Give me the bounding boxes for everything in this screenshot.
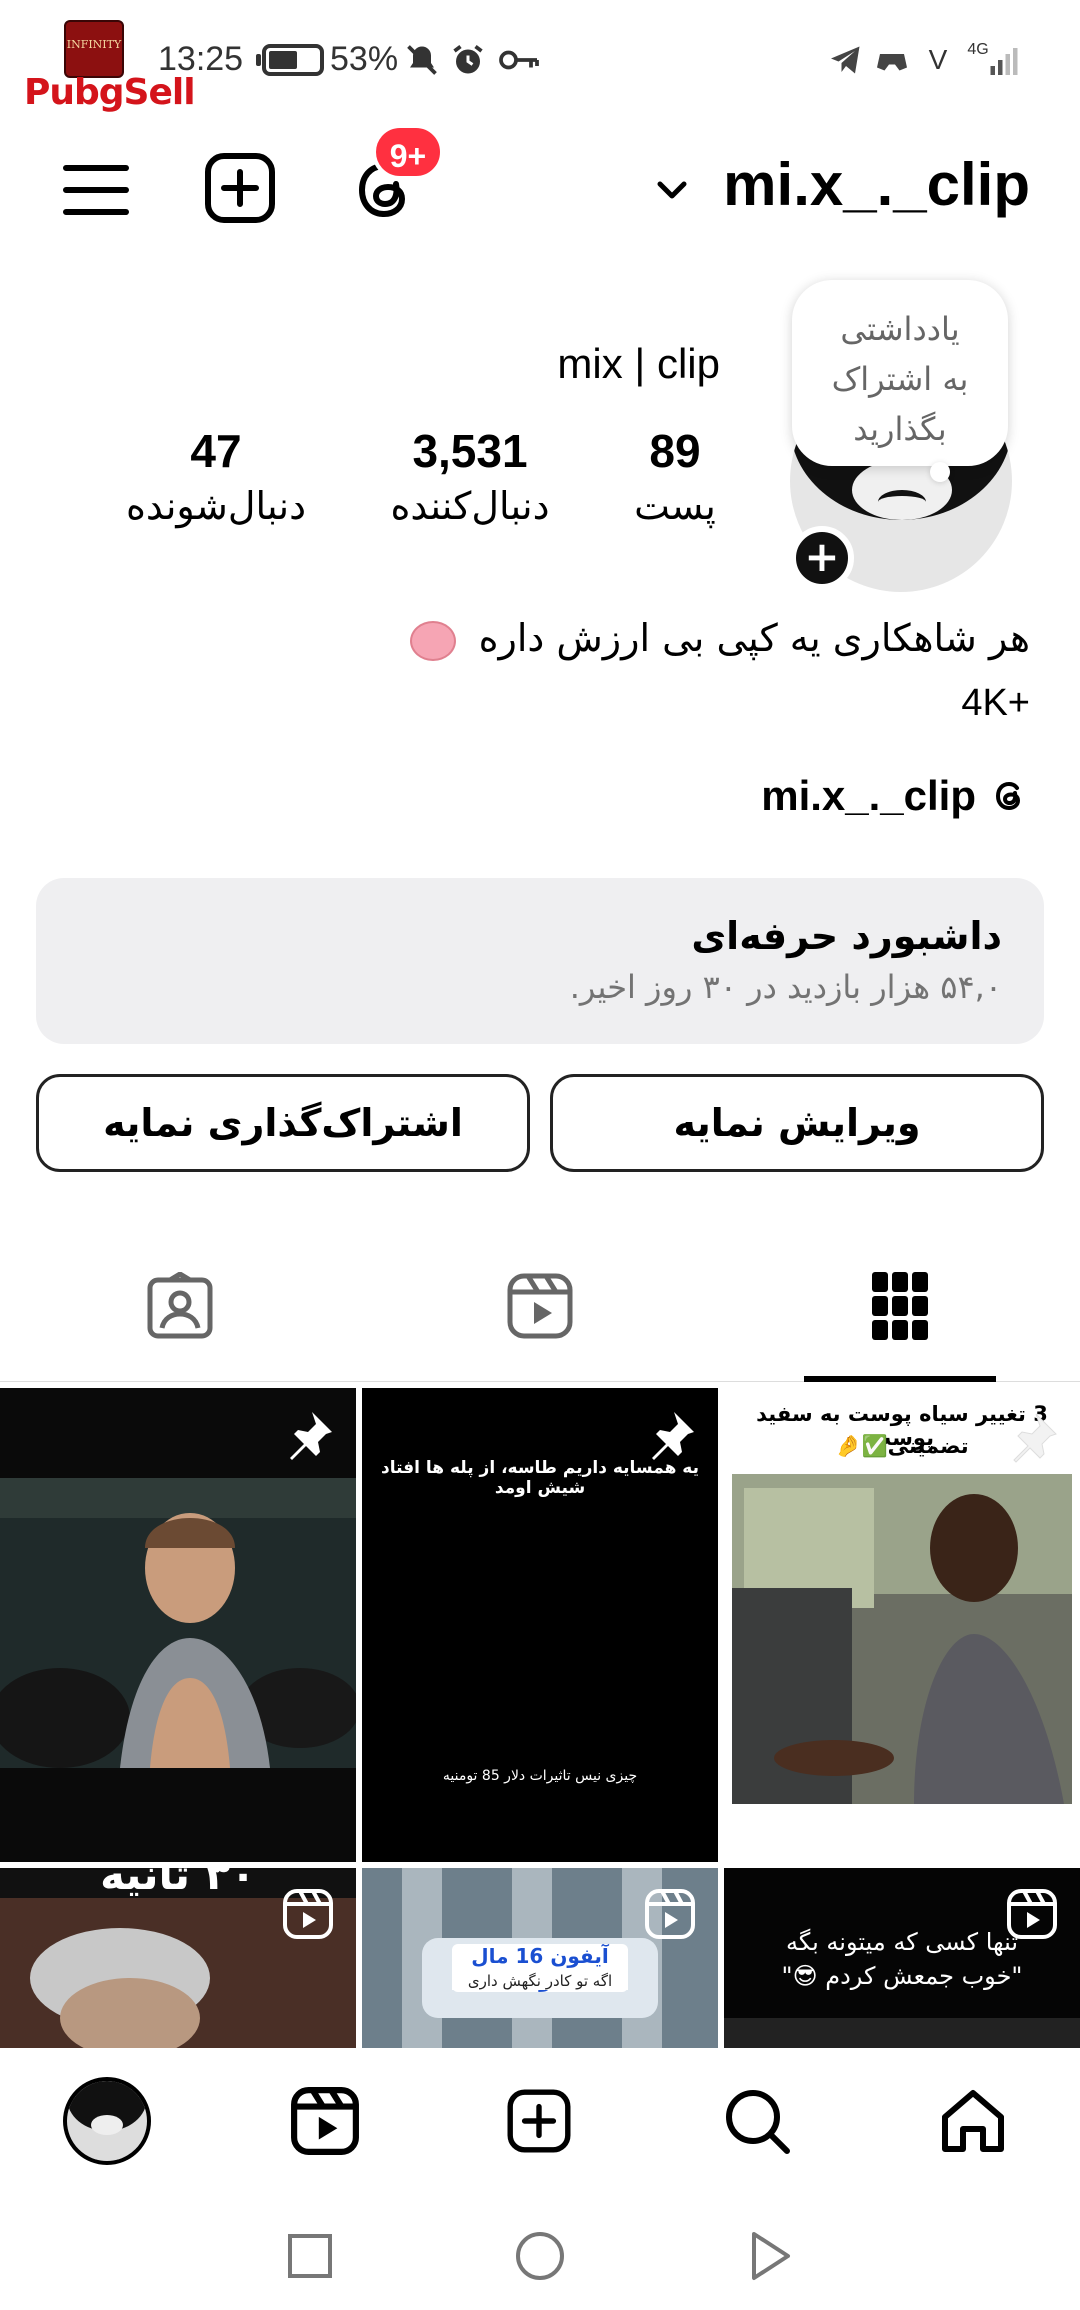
- create-post-icon[interactable]: [200, 148, 280, 228]
- tab-reels[interactable]: [360, 1230, 720, 1382]
- following-stat[interactable]: 47 دنبال‌شونده: [116, 424, 316, 528]
- note-line: یادداشتی: [840, 310, 960, 348]
- note-bubble-tail: [930, 462, 950, 482]
- reels-icon: [291, 2087, 359, 2155]
- post-tile[interactable]: 3 تغییر سیاه پوست به سفید پوست تضمینی✅🤌: [724, 1388, 1080, 1862]
- post-tile[interactable]: آیفون 16 مال تو!! اگه تو کادر نگهش داری: [362, 1868, 718, 2048]
- pubgsell-watermark: INFINITY PubgSell: [24, 20, 196, 120]
- nav-search[interactable]: [712, 2076, 802, 2166]
- alarm-icon: [450, 42, 486, 78]
- following-count: 47: [190, 425, 242, 477]
- edit-profile-button[interactable]: ویرایش نمایه: [550, 1074, 1044, 1172]
- reel-badge-icon: [283, 1889, 333, 1939]
- followers-label: دنبال‌کننده: [390, 484, 550, 528]
- reel-badge-icon: [645, 1889, 695, 1939]
- back-button[interactable]: [742, 2228, 798, 2284]
- account-switcher-username[interactable]: mi.x_._clip: [723, 150, 1030, 219]
- watermark-seal: INFINITY: [64, 20, 124, 78]
- chevron-down-icon[interactable]: [652, 170, 692, 210]
- menu-icon[interactable]: [56, 150, 136, 230]
- nav-reels[interactable]: [280, 2076, 370, 2166]
- post-image-strip: [724, 2018, 1080, 2048]
- battery-icon: [256, 44, 324, 76]
- grid-icon: [872, 1272, 928, 1340]
- post-tile[interactable]: ۳۰ ثانیه: [0, 1868, 356, 2048]
- display-name: mix | clip: [557, 340, 720, 387]
- note-line: به اشتراک: [831, 360, 969, 398]
- bottom-navigation: [0, 2048, 1080, 2194]
- search-icon: [726, 2090, 790, 2154]
- nav-create[interactable]: [494, 2076, 584, 2166]
- profile-tabs: [0, 1230, 1080, 1382]
- dashboard-title: داشبورد حرفه‌ای: [691, 914, 1002, 958]
- professional-dashboard[interactable]: داشبورد حرفه‌ای ۵۴,۰ هزار بازدید در ۳۰ ر…: [36, 878, 1044, 1044]
- bio-text: هر شاهکاری یه کپی بی ارزش داره: [478, 616, 1030, 660]
- pin-icon: [290, 1412, 332, 1460]
- tab-tagged[interactable]: [0, 1230, 360, 1382]
- system-navigation: [0, 2200, 1080, 2310]
- note-line: بگذارید: [853, 410, 947, 448]
- key-icon: [498, 42, 540, 78]
- status-bar: INFINITY PubgSell 13:25 53% V 4G: [0, 0, 1080, 120]
- nav-home[interactable]: [928, 2076, 1018, 2166]
- pin-icon: [652, 1412, 694, 1460]
- telegram-icon: [828, 42, 864, 78]
- followers-count: 3,531: [412, 425, 528, 477]
- reels-icon: [507, 1273, 573, 1339]
- create-icon: [507, 2089, 571, 2153]
- notification-badge: 9+: [372, 124, 444, 180]
- nav-profile[interactable]: [62, 2076, 152, 2166]
- active-tab-indicator: [804, 1376, 996, 1382]
- followers-stat[interactable]: 3,531 دنبال‌کننده: [370, 424, 570, 528]
- tab-grid[interactable]: [720, 1230, 1080, 1382]
- threads-handle: mi.x_._clip: [761, 772, 976, 819]
- battery-percent: 53%: [330, 40, 399, 78]
- brain-emoji-icon: [410, 620, 457, 661]
- post-tile[interactable]: [0, 1388, 356, 1862]
- threads-profile-link[interactable]: mi.x_._clip: [761, 768, 1030, 824]
- home-button[interactable]: [512, 2228, 568, 2284]
- post-tile[interactable]: تنها کسی که میتونه بگه "خوب جمعش کردم 😎": [724, 1868, 1080, 2048]
- post-caption-top: یه همسایه داریم طاسه، از پله ها افتاد شی…: [380, 1458, 700, 1498]
- signal-icon: [986, 42, 1022, 78]
- tagged-icon: [147, 1272, 213, 1339]
- post-caption-bottom: چیزی نیس تاثیرات دلار 85 تومنیه: [442, 1768, 638, 1784]
- note-bubble[interactable]: یادداشتی به اشتراک بگذارید: [792, 280, 1008, 466]
- threads-small-icon: [995, 781, 1021, 811]
- pin-icon: [1013, 1413, 1057, 1463]
- game-icon: [874, 42, 910, 78]
- recent-apps-button[interactable]: [282, 2228, 338, 2284]
- posts-stat[interactable]: 89 پست: [610, 424, 740, 528]
- status-time: 13:25: [158, 40, 244, 78]
- vpn-icon: V: [928, 44, 948, 75]
- reel-badge-icon: [1007, 1889, 1057, 1939]
- posts-grid: یه همسایه داریم طاسه، از پله ها افتاد شی…: [0, 1388, 1080, 2048]
- post-tile[interactable]: یه همسایه داریم طاسه، از پله ها افتاد شی…: [362, 1388, 718, 1862]
- post-caption-line: اگه تو کادر نگهش داری: [452, 1972, 628, 1990]
- bio-count: 4K+: [961, 682, 1030, 724]
- dashboard-subtitle: ۵۴,۰ هزار بازدید در ۳۰ روز اخیر.: [569, 968, 1002, 1006]
- following-label: دنبال‌شونده: [125, 484, 307, 528]
- add-story-button[interactable]: +: [790, 526, 854, 590]
- post-caption-line: "خوب جمعش کردم 😎": [781, 1962, 1023, 1990]
- bio: هر شاهکاری یه کپی بی ارزش داره: [410, 616, 1030, 661]
- share-profile-button[interactable]: اشتراک‌گذاری نمایه: [36, 1074, 530, 1172]
- posts-count: 89: [649, 425, 701, 477]
- posts-label: پست: [634, 484, 716, 528]
- home-icon: [942, 2090, 1004, 2152]
- profile-avatar-icon: [63, 2077, 151, 2165]
- mute-icon: [404, 42, 440, 78]
